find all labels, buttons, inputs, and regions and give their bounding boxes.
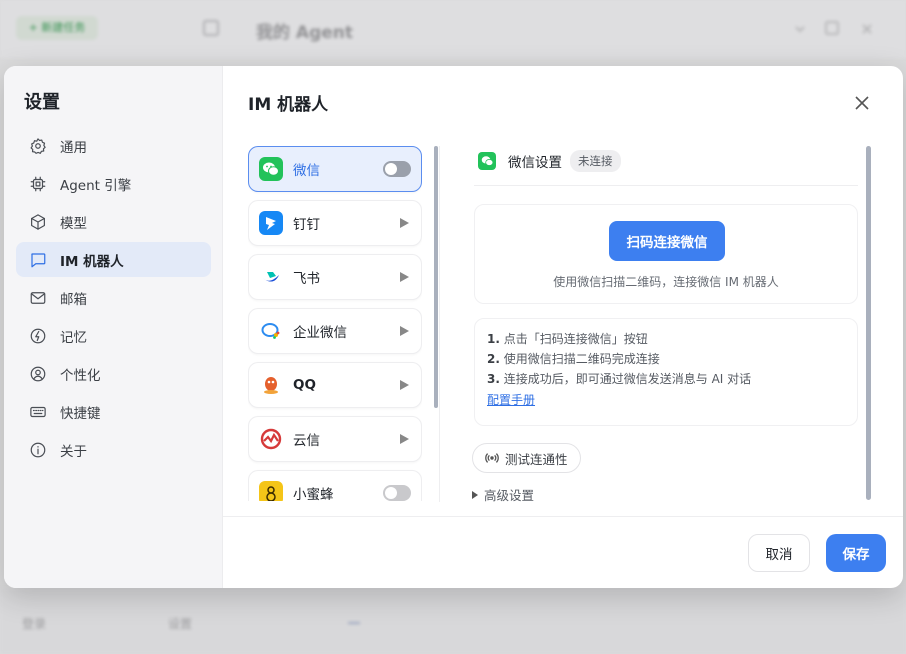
status-badge: 未连接 bbox=[570, 150, 621, 172]
advanced-settings-label: 高级设置 bbox=[484, 488, 535, 503]
nav-item-label: 个性化 bbox=[60, 367, 101, 384]
provider-toggle[interactable] bbox=[383, 161, 411, 177]
step-item: 3. 连接成功后，即可通过微信发送消息与 AI 对话 bbox=[487, 372, 752, 386]
qq-logo-icon bbox=[259, 373, 283, 397]
nav-item-model[interactable]: 模型 bbox=[16, 204, 211, 239]
wechat-logo-icon bbox=[259, 157, 283, 181]
chat-bubble-icon bbox=[28, 250, 48, 270]
info-icon bbox=[28, 440, 48, 460]
nav-item-agent-engine[interactable]: Agent 引擎 bbox=[16, 166, 211, 201]
nav-item-memory[interactable]: 记忆 bbox=[16, 318, 211, 353]
divider bbox=[439, 146, 440, 502]
test-connectivity-label: 测试连通性 bbox=[505, 451, 568, 467]
nav-item-label: 邮箱 bbox=[60, 291, 87, 308]
connect-hint: 使用微信扫描二维码，连接微信 IM 机器人 bbox=[553, 275, 779, 289]
nav-item-about[interactable]: 关于 bbox=[16, 432, 211, 467]
provider-item-wecom[interactable]: 企业微信 bbox=[248, 308, 422, 354]
steps-card: 1. 点击「扫码连接微信」按钮 2. 使用微信扫描二维码完成连接 3. 连接成功… bbox=[474, 318, 858, 426]
nav-item-label: 快捷键 bbox=[60, 405, 101, 422]
divider bbox=[474, 185, 858, 186]
nav-item-label: 通用 bbox=[60, 139, 87, 156]
close-button[interactable] bbox=[851, 92, 873, 114]
nav-item-label: 记忆 bbox=[60, 329, 87, 346]
nav-item-personalize[interactable]: 个性化 bbox=[16, 356, 211, 391]
page-title: IM 机器人 bbox=[248, 95, 329, 115]
manual-link[interactable]: 配置手册 bbox=[487, 390, 845, 410]
scan-connect-button[interactable]: 扫码连接微信 bbox=[609, 221, 725, 261]
nav-item-label: 关于 bbox=[60, 443, 87, 460]
step-item: 2. 使用微信扫描二维码完成连接 bbox=[487, 352, 660, 366]
nav-item-label: IM 机器人 bbox=[60, 253, 124, 270]
settings-title: 设置 bbox=[24, 92, 60, 113]
nav-item-general[interactable]: 通用 bbox=[16, 128, 211, 163]
provider-list-scrollbar[interactable] bbox=[434, 146, 438, 408]
settings-sidebar: 设置 通用 Agent 引擎 模型 IM 机器人 邮箱 记忆 个性化 快捷键 关… bbox=[4, 66, 223, 588]
provider-name: 小蜜蜂 bbox=[293, 487, 334, 501]
connect-card: 扫码连接微信 使用微信扫描二维码，连接微信 IM 机器人 bbox=[474, 204, 858, 304]
nav-item-label: 模型 bbox=[60, 215, 87, 232]
provider-item-wechat[interactable]: 微信 bbox=[248, 146, 422, 192]
user-circle-icon bbox=[28, 364, 48, 384]
settings-nav: 通用 Agent 引擎 模型 IM 机器人 邮箱 记忆 个性化 快捷键 关于 bbox=[16, 128, 211, 470]
detail-scrollbar[interactable] bbox=[866, 146, 871, 500]
cancel-button[interactable]: 取消 bbox=[748, 534, 810, 572]
provider-item-feishu[interactable]: 飞书 bbox=[248, 254, 422, 300]
chevron-right-icon bbox=[400, 434, 409, 444]
caret-right-icon bbox=[472, 490, 478, 499]
gear-icon bbox=[28, 136, 48, 156]
step-item: 1. 点击「扫码连接微信」按钮 bbox=[487, 332, 648, 346]
dingtalk-logo-icon bbox=[259, 211, 283, 235]
feishu-logo-icon bbox=[259, 265, 283, 289]
close-icon bbox=[855, 96, 869, 110]
mail-icon bbox=[28, 288, 48, 308]
provider-name: 企业微信 bbox=[293, 325, 347, 341]
memory-icon bbox=[28, 326, 48, 346]
nav-item-mail[interactable]: 邮箱 bbox=[16, 280, 211, 315]
advanced-settings-toggle[interactable]: 高级设置 bbox=[472, 485, 534, 504]
provider-item-qq[interactable]: QQ bbox=[248, 362, 422, 408]
provider-name: 微信 bbox=[293, 163, 320, 179]
provider-name: 钉钉 bbox=[293, 217, 320, 233]
provider-item-yunxin[interactable]: 云信 bbox=[248, 416, 422, 462]
keyboard-icon bbox=[28, 402, 48, 422]
chevron-right-icon bbox=[400, 272, 409, 282]
settings-dialog: 设置 通用 Agent 引擎 模型 IM 机器人 邮箱 记忆 个性化 快捷键 关… bbox=[4, 66, 903, 588]
provider-list: 微信 钉钉 飞书 企业微信 QQ 云信 小蜜蜂 bbox=[248, 146, 422, 501]
chevron-right-icon bbox=[400, 326, 409, 336]
provider-name: 飞书 bbox=[293, 271, 320, 287]
test-connectivity-button[interactable]: 测试连通性 bbox=[472, 443, 581, 473]
provider-name: 云信 bbox=[293, 433, 320, 449]
nav-item-label: Agent 引擎 bbox=[60, 177, 132, 194]
cpu-icon bbox=[28, 174, 48, 194]
provider-toggle[interactable] bbox=[383, 485, 411, 501]
bee-logo-icon bbox=[259, 481, 283, 501]
provider-name: QQ bbox=[293, 377, 316, 393]
yunxin-logo-icon bbox=[259, 427, 283, 451]
detail-title: 微信设置 bbox=[508, 155, 562, 171]
detail-header: 微信设置 未连接 bbox=[478, 150, 621, 172]
signal-icon bbox=[485, 453, 499, 463]
cube-icon bbox=[28, 212, 48, 232]
wecom-logo-icon bbox=[259, 319, 283, 343]
provider-item-xiaomifeng[interactable]: 小蜜蜂 bbox=[248, 470, 422, 501]
nav-item-shortcuts[interactable]: 快捷键 bbox=[16, 394, 211, 429]
chevron-right-icon bbox=[400, 218, 409, 228]
wechat-logo-icon bbox=[478, 152, 496, 170]
provider-item-dingtalk[interactable]: 钉钉 bbox=[248, 200, 422, 246]
divider bbox=[223, 516, 903, 517]
chevron-right-icon bbox=[400, 380, 409, 390]
save-button[interactable]: 保存 bbox=[826, 534, 886, 572]
nav-item-im-bot[interactable]: IM 机器人 bbox=[16, 242, 211, 277]
